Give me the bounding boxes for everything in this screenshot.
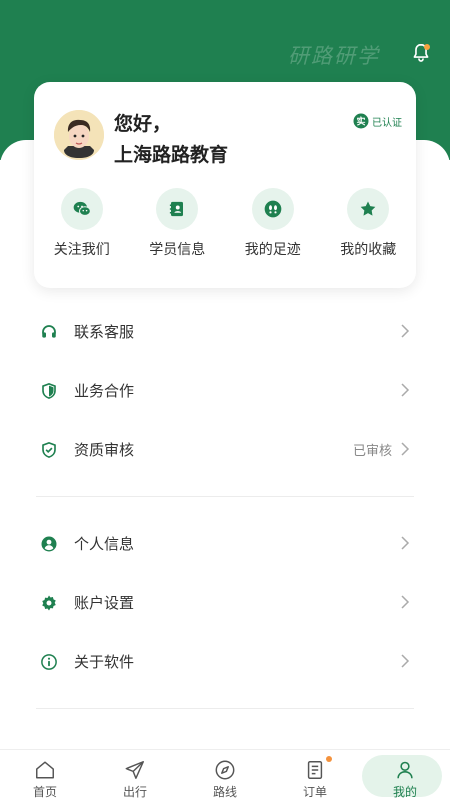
svg-text:实: 实 [356, 116, 365, 128]
org-name: 上海路路教育 [114, 144, 229, 166]
wechat-icon [73, 201, 91, 216]
bottom-tab-bar: 首页 出行 路线 订单 我的 [0, 749, 450, 800]
footprints-icon [264, 200, 282, 218]
greeting-text: 您好， [114, 113, 172, 135]
user-circle-icon [41, 536, 57, 551]
tab-label: 首页 [32, 785, 57, 799]
home-icon [36, 761, 54, 779]
notification-dot [424, 44, 430, 50]
chevron-right-icon [401, 654, 410, 668]
star-icon [360, 201, 376, 216]
chevron-right-icon [401, 595, 410, 609]
menu-contact-support[interactable]: 联系客服 [36, 302, 414, 361]
quick-student-info[interactable]: 学员信息 [130, 188, 226, 268]
chevron-right-icon [401, 536, 410, 550]
brand-watermark: 研路研学 [288, 44, 380, 68]
menu-label: 关于软件 [74, 653, 135, 671]
quick-label: 我的足迹 [244, 242, 301, 258]
verified-label: 已认证 [372, 117, 402, 129]
divider [36, 708, 414, 709]
tab-label: 我的 [392, 785, 417, 799]
order-icon [307, 761, 323, 779]
avatar-illustration [54, 110, 104, 160]
tab-mine[interactable]: 我的 [360, 750, 450, 800]
menu-label: 资质审核 [74, 441, 135, 459]
compass-icon [215, 760, 235, 780]
shield-icon [42, 382, 56, 399]
profile-card: 您好， 上海路路教育 实 已认证 关注我们 学员信息 我的足迹 我的收藏 [34, 82, 416, 288]
paper-plane-icon [125, 761, 144, 779]
menu-label: 个人信息 [74, 535, 135, 553]
quick-my-favorites[interactable]: 我的收藏 [321, 188, 417, 268]
chevron-right-icon [401, 383, 410, 397]
menu-about-software[interactable]: 关于软件 [36, 632, 414, 691]
quick-my-footprints[interactable]: 我的足迹 [225, 188, 321, 268]
quick-label: 我的收藏 [340, 242, 397, 258]
menu-label: 业务合作 [74, 382, 135, 400]
avatar[interactable] [54, 110, 104, 160]
order-badge-dot [326, 756, 332, 762]
menu-group-account: 个人信息 账户设置 关于软件 [36, 514, 414, 691]
chevron-right-icon [401, 442, 410, 456]
tab-route[interactable]: 路线 [180, 750, 270, 800]
quick-follow-us[interactable]: 关注我们 [34, 188, 130, 268]
tab-travel[interactable]: 出行 [90, 750, 180, 800]
verified-icon: 实 [353, 113, 369, 129]
tab-label: 出行 [122, 785, 147, 799]
review-status: 已审核 [352, 444, 392, 459]
menu-label: 联系客服 [74, 323, 135, 341]
menu-qualification-review[interactable]: 资质审核 已审核 [36, 420, 414, 479]
person-icon [397, 761, 413, 779]
tab-label: 路线 [212, 785, 237, 799]
menu-label: 账户设置 [74, 594, 135, 612]
divider [36, 496, 414, 497]
gear-icon [42, 595, 56, 610]
headset-icon [42, 324, 56, 338]
menu-account-settings[interactable]: 账户设置 [36, 573, 414, 632]
quick-label: 关注我们 [53, 242, 110, 258]
menu-business-cooperation[interactable]: 业务合作 [36, 361, 414, 420]
quick-actions: 关注我们 学员信息 我的足迹 我的收藏 [34, 188, 416, 268]
shield-check-icon [42, 441, 56, 458]
info-icon [41, 653, 57, 670]
menu-group-service: 联系客服 业务合作 资质审核 已审核 [36, 302, 414, 479]
tab-orders[interactable]: 订单 [270, 750, 360, 800]
tab-label: 订单 [302, 785, 327, 799]
chevron-right-icon [401, 324, 410, 338]
tab-home[interactable]: 首页 [0, 750, 90, 800]
contact-book-icon [170, 201, 184, 217]
menu-personal-info[interactable]: 个人信息 [36, 514, 414, 573]
verified-badge: 实 已认证 [353, 113, 402, 129]
quick-label: 学员信息 [149, 242, 206, 258]
